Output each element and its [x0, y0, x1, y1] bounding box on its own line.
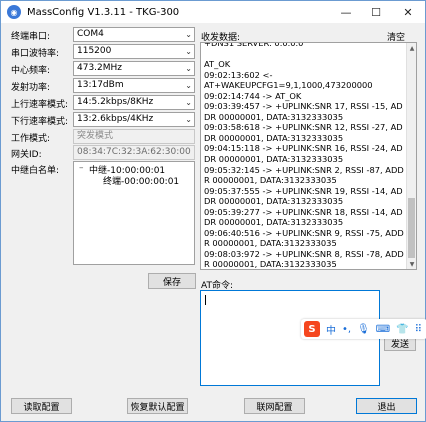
chevron-down-icon: ⌄: [185, 98, 192, 107]
freq-value: 473.2MHz: [77, 63, 123, 73]
tree-node-terminal[interactable]: 终端-00:00:00:01: [103, 174, 179, 187]
scroll-down-icon[interactable]: ▼: [407, 259, 416, 269]
recv-log[interactable]: +DNS1 SERVER: 0.0.0.0 AT_OK 09:02:13:602…: [200, 42, 417, 270]
workmode-label: 工作模式:: [11, 134, 51, 144]
chevron-down-icon: ⌄: [185, 64, 192, 73]
minimize-button[interactable]: —: [331, 1, 361, 23]
chevron-down-icon: ⌄: [185, 115, 192, 124]
whitelist-tree[interactable]: – 中继-10:00:00:01 终端-00:00:00:01: [73, 161, 195, 265]
freq-select[interactable]: 473.2MHz ⌄: [73, 61, 195, 76]
downlink-value: 13:2.6kbps/4KHz: [77, 114, 154, 124]
exit-button[interactable]: 退出: [356, 398, 417, 414]
workmode-select: 突发模式: [73, 129, 195, 144]
port-select[interactable]: COM4 ⌄: [73, 27, 195, 42]
chevron-down-icon: ⌄: [185, 81, 192, 90]
tree-expander-icon[interactable]: –: [79, 163, 84, 173]
chevron-down-icon: ⌄: [185, 30, 192, 39]
power-label: 发射功率:: [11, 83, 51, 93]
downlink-select[interactable]: 13:2.6kbps/4KHz ⌄: [73, 112, 195, 127]
scroll-up-icon[interactable]: ▲: [407, 43, 416, 53]
keyboard-icon[interactable]: ⌨: [376, 324, 390, 335]
read-config-button[interactable]: 读取配置: [11, 398, 72, 414]
power-select[interactable]: 13:17dBm ⌄: [73, 78, 195, 93]
maximize-button[interactable]: ☐: [361, 1, 391, 23]
close-button[interactable]: ✕: [391, 1, 425, 23]
gateway-label: 网关ID:: [11, 150, 42, 160]
chevron-down-icon: ⌄: [185, 47, 192, 56]
downlink-label: 下行速率模式:: [11, 117, 69, 127]
ime-language-toggle[interactable]: 中: [326, 322, 336, 337]
network-config-button[interactable]: 联网配置: [244, 398, 305, 414]
gateway-id-field: 08:34:7C:32:3A:62:30:00: [73, 145, 195, 160]
uplink-value: 14:5.2kbps/8KHz: [77, 97, 154, 107]
baud-value: 115200: [77, 46, 112, 56]
app-window: ◉ MassConfig V1.3.11 - TKG-300 — ☐ ✕ 终端串…: [0, 0, 426, 422]
more-icon[interactable]: ⠿: [415, 324, 422, 335]
window-title: MassConfig V1.3.11 - TKG-300: [27, 6, 180, 18]
text-caret: [205, 295, 206, 305]
sogou-logo-icon[interactable]: S: [304, 321, 320, 337]
uplink-select[interactable]: 14:5.2kbps/8KHz ⌄: [73, 95, 195, 110]
recv-scrollbar[interactable]: ▲ ▼: [406, 43, 416, 269]
port-value: COM4: [77, 29, 104, 39]
app-icon: ◉: [7, 5, 21, 19]
uplink-label: 上行速率模式:: [11, 100, 69, 110]
port-label: 终端串口:: [11, 32, 51, 42]
skin-icon[interactable]: 👕: [396, 324, 408, 335]
punctuation-icon[interactable]: •,: [342, 324, 351, 335]
whitelist-label: 中继白名单:: [11, 166, 60, 176]
restore-default-button[interactable]: 恢复默认配置: [127, 398, 188, 414]
microphone-icon[interactable]: 🎙: [357, 324, 370, 335]
freq-label: 中心频率:: [11, 66, 51, 76]
power-value: 13:17dBm: [77, 80, 124, 90]
recv-log-text: +DNS1 SERVER: 0.0.0.0 AT_OK 09:02:13:602…: [204, 42, 404, 270]
workmode-value: 突发模式: [77, 131, 114, 141]
baud-select[interactable]: 115200 ⌄: [73, 44, 195, 59]
baud-label: 串口波特率:: [11, 49, 60, 59]
title-bar[interactable]: ◉ MassConfig V1.3.11 - TKG-300 — ☐ ✕: [1, 1, 425, 23]
ime-toolbar[interactable]: S 中 •, 🎙 ⌨ 👕 ⠿: [301, 319, 426, 339]
save-button[interactable]: 保存: [148, 273, 196, 289]
scroll-thumb[interactable]: [408, 198, 415, 258]
